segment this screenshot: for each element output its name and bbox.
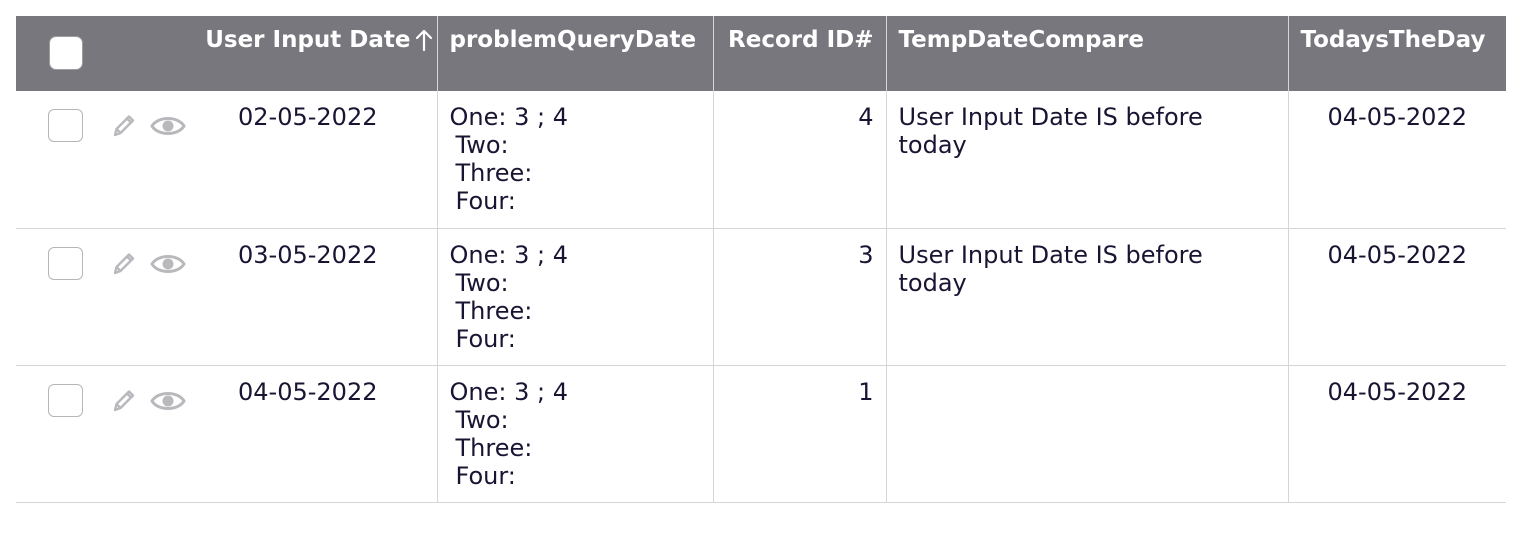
record-id-cell: 4 [712, 91, 886, 228]
row-actions-cell: 03-05-2022 [16, 228, 437, 365]
pencil-icon[interactable] [108, 111, 138, 141]
pencil-icon[interactable] [108, 386, 138, 416]
sort-user-input-date[interactable]: User Input Date [205, 27, 432, 53]
problem-query-date-cell: One: 3 ; 4 Two: Three: Four: [436, 365, 713, 502]
record-id-cell: 3 [712, 228, 886, 365]
problem-query-three: Three: [455, 433, 533, 462]
pencil-icon[interactable] [108, 249, 138, 279]
row-checkbox[interactable] [48, 109, 83, 142]
todays-the-day-cell: 04-05-2022 [1287, 91, 1506, 228]
problem-query-date-cell: One: 3 ; 4 Two: Three: Four: [436, 228, 713, 365]
problem-query-four: Four: [455, 187, 516, 215]
table-header-row: User Input Date problemQueryDate Record … [16, 16, 1506, 91]
header-todays-the-day[interactable]: TodaysTheDay [1287, 16, 1506, 91]
user-input-date-value: 02-05-2022 [238, 103, 378, 131]
problem-query-four: Four: [455, 461, 516, 490]
header-record-id[interactable]: Record ID# [712, 16, 886, 91]
row-actions-cell: 02-05-2022 [16, 91, 437, 228]
header-problem-query-date[interactable]: problemQueryDate [436, 16, 713, 91]
problem-query-one: One: 3 ; 4 [449, 240, 568, 269]
eye-icon[interactable] [150, 113, 186, 139]
row-actions-cell: 04-05-2022 [16, 365, 437, 502]
header-temp-date-compare[interactable]: TempDateCompare [885, 16, 1288, 91]
select-all-checkbox[interactable] [49, 36, 83, 70]
temp-date-compare-cell: User Input Date IS before today [885, 228, 1288, 365]
records-table-container: User Input Date problemQueryDate Record … [16, 16, 1506, 503]
temp-date-compare-cell [885, 365, 1288, 502]
table-row: 04-05-2022 One: 3 ; 4 Two: Three: Four: … [16, 365, 1506, 502]
table-row: 03-05-2022 One: 3 ; 4 Two: Three: Four: … [16, 228, 1506, 365]
user-input-date-value: 04-05-2022 [238, 377, 378, 406]
eye-icon[interactable] [150, 388, 186, 414]
row-checkbox[interactable] [48, 246, 83, 280]
header-user-input-date: User Input Date [16, 16, 437, 91]
table-row: 02-05-2022 One: 3 ; 4 Two: Three: Four: … [16, 91, 1506, 228]
record-id-cell: 1 [712, 365, 886, 502]
problem-query-two: Two: [455, 268, 509, 297]
problem-query-four: Four: [455, 324, 516, 353]
user-input-date-value: 03-05-2022 [238, 240, 378, 269]
arrow-up-icon [415, 29, 432, 52]
problem-query-date-cell: One: 3 ; 4 Two: Three: Four: [436, 91, 713, 228]
problem-query-one: One: 3 ; 4 [449, 103, 568, 131]
header-label-user-input-date: User Input Date [205, 27, 411, 53]
records-table: User Input Date problemQueryDate Record … [16, 16, 1506, 503]
row-checkbox[interactable] [48, 383, 83, 417]
problem-query-two: Two: [455, 405, 509, 434]
problem-query-two: Two: [455, 131, 509, 159]
todays-the-day-cell: 04-05-2022 [1287, 365, 1506, 502]
todays-the-day-cell: 04-05-2022 [1287, 228, 1506, 365]
temp-date-compare-cell: User Input Date IS before today [885, 91, 1288, 228]
problem-query-three: Three: [455, 159, 533, 187]
problem-query-one: One: 3 ; 4 [449, 377, 568, 406]
problem-query-three: Three: [455, 296, 533, 325]
eye-icon[interactable] [150, 251, 186, 277]
